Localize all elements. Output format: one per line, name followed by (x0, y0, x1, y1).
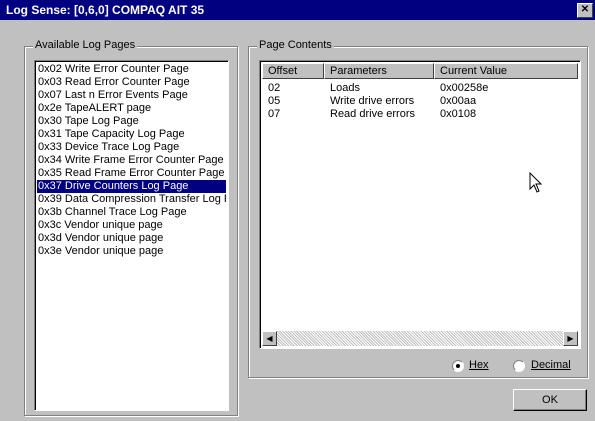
title-bar[interactable]: Log Sense: [0,6,0] COMPAQ AIT 35 ✕ (0, 0, 595, 20)
scroll-right-button[interactable]: ▶ (563, 331, 578, 346)
scroll-left-button[interactable]: ◀ (262, 331, 277, 346)
column-header-offset[interactable]: Offset (262, 63, 324, 79)
log-page-item[interactable]: 0x39 Data Compression Transfer Log P (37, 193, 226, 206)
horizontal-scrollbar[interactable]: ◀ ▶ (262, 331, 578, 346)
offset-cell: 05 (268, 95, 281, 107)
close-icon[interactable]: ✕ (577, 3, 593, 18)
log-page-item[interactable]: 0x07 Last n Error Events Page (37, 89, 226, 102)
log-page-item[interactable]: 0x3b Channel Trace Log Page (37, 206, 226, 219)
log-page-item[interactable]: 0x33 Device Trace Log Page (37, 141, 226, 154)
offset-cell: 02 (268, 82, 281, 94)
column-header-parameters[interactable]: Parameters (324, 63, 434, 79)
log-page-item[interactable]: 0x03 Read Error Counter Page (37, 76, 226, 89)
log-page-item[interactable]: 0x34 Write Frame Error Counter Page (37, 154, 226, 167)
log-page-item[interactable]: 0x3e Vendor unique page (37, 245, 226, 258)
column-header-current-value[interactable]: Current Value (434, 63, 578, 79)
log-page-item[interactable]: 0x37 Drive Counters Log Page (37, 180, 226, 193)
offset-cell: 07 (268, 108, 281, 120)
log-page-item[interactable]: 0x02 Write Error Counter Page (37, 63, 226, 76)
log-page-item[interactable]: 0x31 Tape Capacity Log Page (37, 128, 226, 141)
value-cell: 0x00258e (440, 82, 489, 94)
hex-label[interactable]: Hex (469, 359, 489, 371)
arrow-left-icon: ◀ (266, 334, 273, 343)
ok-button[interactable]: OK (513, 389, 587, 411)
radio-selected-dot (456, 364, 460, 368)
arrow-right-icon: ▶ (567, 334, 574, 343)
log-pages-listbox[interactable]: 0x02 Write Error Counter Page 0x03 Read E… (34, 60, 229, 411)
parameter-cell: Loads (330, 82, 360, 94)
page-contents-legend: Page Contents (257, 39, 334, 51)
available-log-pages-legend: Available Log Pages (33, 39, 138, 51)
decimal-radio[interactable] (513, 360, 525, 372)
log-page-item[interactable]: 0x35 Read Frame Error Counter Page (37, 167, 226, 180)
page-contents-listview[interactable]: Offset Parameters Current Value 02 Loads 0… (259, 60, 581, 349)
mouse-cursor-icon (529, 172, 543, 193)
hex-label-text: Hex (469, 359, 489, 371)
parameter-cell: Write drive errors (330, 95, 415, 107)
hex-radio[interactable] (452, 360, 464, 372)
log-page-item[interactable]: 0x30 Tape Log Page (37, 115, 226, 128)
window-title: Log Sense: [0,6,0] COMPAQ AIT 35 (6, 3, 205, 17)
decimal-label[interactable]: Decimal (531, 359, 571, 371)
scroll-track[interactable] (277, 331, 563, 346)
parameter-cell: Read drive errors (330, 108, 415, 120)
log-page-item[interactable]: 0x3d Vendor unique page (37, 232, 226, 245)
log-page-item[interactable]: 0x3c Vendor unique page (37, 219, 226, 232)
decimal-label-text: Decimal (531, 359, 571, 371)
log-page-item[interactable]: 0x2e TapeALERT page (37, 102, 226, 115)
value-cell: 0x00aa (440, 95, 477, 107)
value-cell: 0x0108 (440, 108, 477, 120)
